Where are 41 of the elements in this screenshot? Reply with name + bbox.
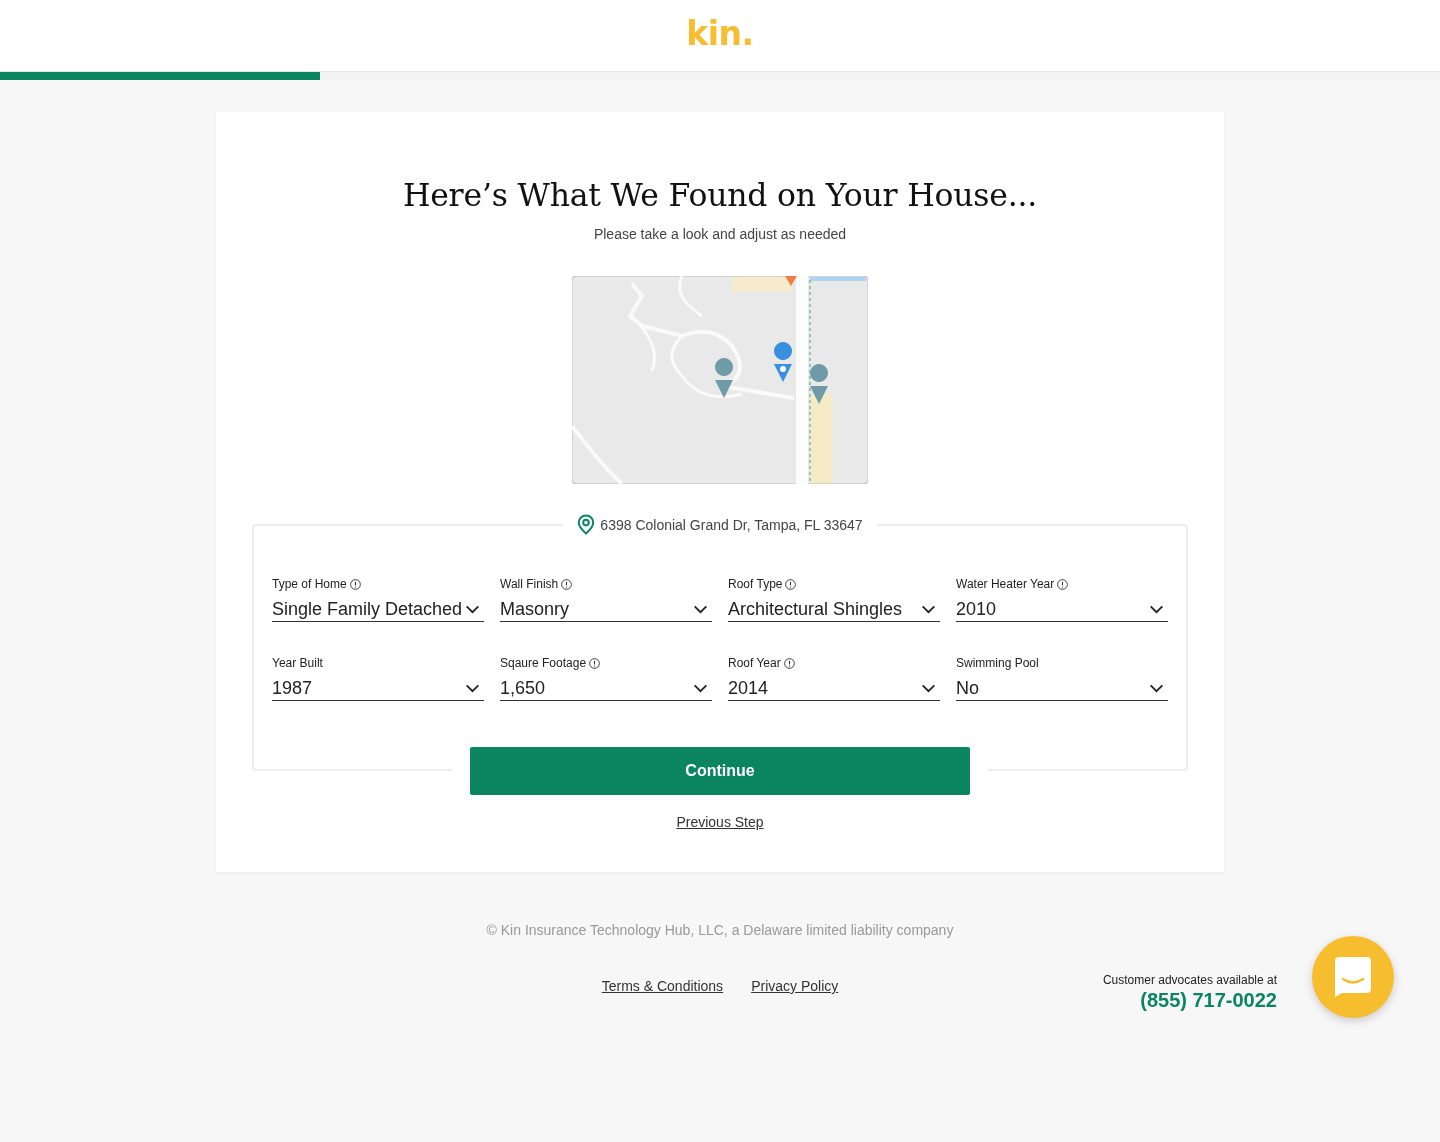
field-label: Wall Finish xyxy=(500,576,559,592)
dropdown-field[interactable]: Single Family Detached xyxy=(272,597,484,622)
previous-step-link[interactable]: Previous Step xyxy=(676,812,764,832)
advocates-text: Customer advocates available at xyxy=(1102,972,1277,988)
info-icon[interactable] xyxy=(589,657,601,669)
property-address: 6398 Colonial Grand Dr, Tampa, FL 33647 xyxy=(600,515,863,535)
page-title: Here’s What We Found on Your House... xyxy=(402,176,1038,215)
chevron-down-icon xyxy=(921,683,936,693)
field-label: Swimming Pool xyxy=(956,655,1039,671)
dropdown-field[interactable]: No xyxy=(956,676,1168,701)
field-label: Year Built xyxy=(272,655,323,671)
info-icon[interactable] xyxy=(1057,578,1069,590)
chat-bubble-icon xyxy=(1334,956,1372,998)
dropdown-field[interactable]: 2014 xyxy=(728,676,940,701)
chevron-down-icon xyxy=(465,683,480,693)
location-pin-icon xyxy=(577,514,596,535)
copyright-text: © Kin Insurance Technology Hub, LLC, a Delaware limited liability company xyxy=(485,921,955,940)
field-label: Roof Type xyxy=(728,576,783,592)
chevron-down-icon xyxy=(465,604,480,614)
phone-link[interactable]: (855) 717-0022 xyxy=(1140,988,1277,1012)
chevron-down-icon xyxy=(693,604,708,614)
chevron-down-icon xyxy=(1149,604,1164,614)
info-icon[interactable] xyxy=(783,657,795,669)
info-icon[interactable] xyxy=(785,578,797,590)
footer-link[interactable]: Terms & Conditions xyxy=(601,976,724,1018)
dropdown-field[interactable]: 1,650 xyxy=(500,676,712,701)
chevron-down-icon xyxy=(1149,683,1164,693)
page-subtitle: Please take a look and adjust as needed xyxy=(593,225,847,244)
field-label: Water Heater Year xyxy=(956,576,1055,592)
info-icon[interactable] xyxy=(561,578,573,590)
dropdown-field[interactable]: Architectural Shingles xyxy=(728,597,940,622)
dropdown-field[interactable]: Masonry xyxy=(500,597,712,622)
chevron-down-icon xyxy=(693,683,708,693)
dropdown-field[interactable]: 1987 xyxy=(272,676,484,701)
field-label: Roof Year xyxy=(728,655,781,671)
info-icon[interactable] xyxy=(349,578,361,590)
field-label: Type of Home xyxy=(272,576,347,592)
dropdown-field[interactable]: 2010 xyxy=(956,597,1168,622)
footer-link[interactable]: Privacy Policy xyxy=(751,976,839,1018)
chevron-down-icon xyxy=(921,604,936,614)
field-label: Sqaure Footage xyxy=(500,655,587,671)
